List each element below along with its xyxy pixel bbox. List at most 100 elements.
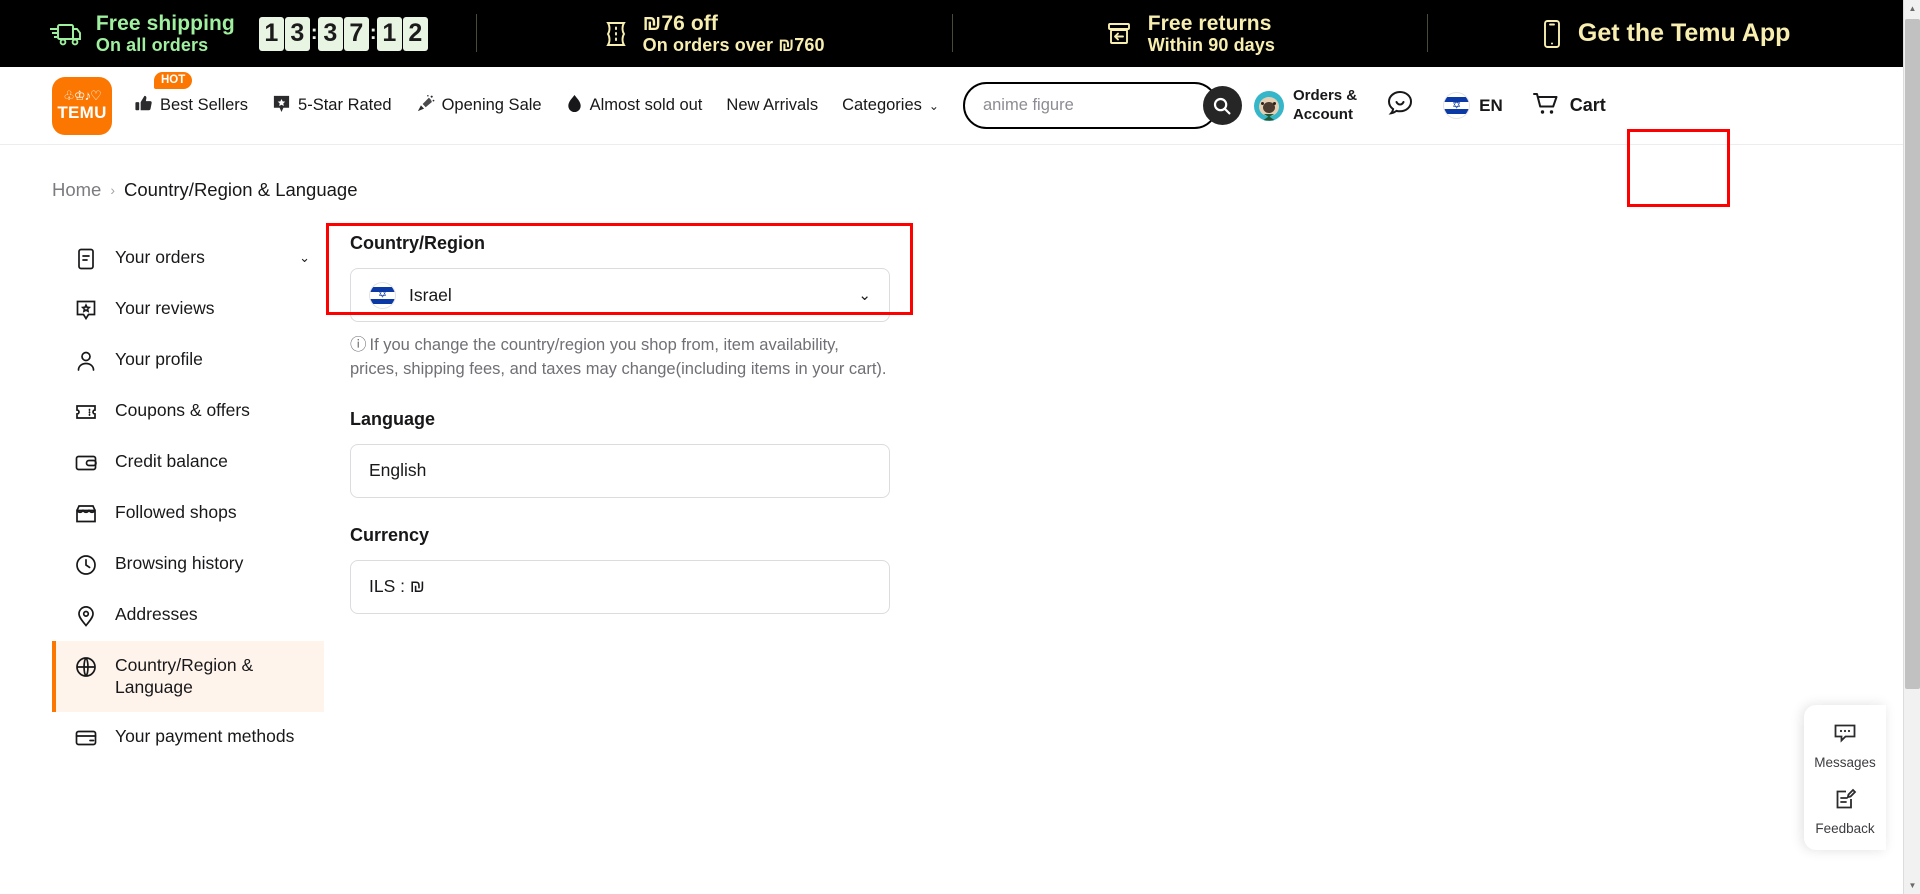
sidebar-item-credit-balance[interactable]: Credit balance	[52, 437, 324, 488]
account-line1: Orders &	[1292, 87, 1358, 105]
user-avatar-pug	[1253, 90, 1284, 121]
sidebar-item-your-profile[interactable]: Your profile	[52, 335, 324, 386]
promo-get-app[interactable]: Get the Temu App	[1427, 0, 1903, 67]
wallet-icon	[74, 451, 98, 475]
return-box-icon	[1104, 19, 1134, 49]
chevron-down-icon: ⌄	[928, 98, 939, 113]
truck-icon	[48, 20, 82, 48]
flame-drop-icon	[566, 94, 583, 118]
language-value: English	[369, 460, 427, 481]
nav-item-almost-sold-out[interactable]: Almost sold out	[566, 94, 703, 118]
currency-select[interactable]: ILS : ₪	[350, 559, 890, 614]
cart-button[interactable]: Cart	[1517, 75, 1620, 137]
info-circle-icon: ⓘ	[350, 336, 367, 354]
nav-item-best-sellers[interactable]: Best Sellers HOT	[134, 71, 248, 118]
country-region-select[interactable]: ✡ Israel ⌄	[350, 268, 890, 322]
language-field: Language English	[350, 409, 1903, 498]
account-sidebar: Your orders ⌄ Your reviews Your profile …	[52, 233, 324, 763]
sidebar-item-label: Country/Region & Language	[115, 655, 254, 698]
israel-flag-icon: ✡	[369, 281, 396, 309]
order-list-icon	[74, 247, 98, 271]
nav-item-label: Almost sold out	[589, 96, 703, 114]
language-label: Language	[350, 408, 436, 429]
currency-label: Currency	[350, 524, 430, 545]
sidebar-item-label: Your payment methods	[115, 725, 295, 746]
countdown-timer: 1 3 : 3 7 : 1 2	[258, 16, 428, 51]
orders-and-account-button[interactable]: Orders & Account	[1240, 75, 1371, 137]
messages-button[interactable]: Messages	[1804, 721, 1886, 770]
feedback-label: Feedback	[1815, 821, 1875, 836]
sidebar-item-browsing-history[interactable]: Browsing history	[52, 539, 324, 590]
sidebar-item-country-region-language[interactable]: Country/Region & Language	[52, 641, 324, 712]
content-area: Home › Country/Region & Language Your or…	[0, 145, 1903, 850]
currency-field: Currency ILS : ₪	[350, 525, 1903, 614]
language-select[interactable]: English	[350, 443, 890, 498]
store-icon	[74, 502, 98, 526]
cart-label: Cart	[1569, 95, 1606, 115]
sidebar-item-coupons-offers[interactable]: Coupons & offers	[52, 386, 324, 437]
nav-item-categories[interactable]: Categories ⌄	[842, 96, 939, 115]
sidebar-item-label: Credit balance	[115, 451, 228, 471]
nav-item-5-star-rated[interactable]: 5-Star Rated	[272, 94, 392, 118]
page-scrollbar[interactable]: ▲ ▼	[1903, 0, 1920, 894]
sidebar-item-followed-shops[interactable]: Followed shops	[52, 488, 324, 539]
scrollbar-up-arrow[interactable]: ▲	[1904, 0, 1920, 17]
chat-bubble-dots-icon	[1832, 721, 1858, 750]
account-line2: Account	[1292, 105, 1353, 123]
smile-chat-icon	[1385, 88, 1415, 123]
promo-line1: ₪76 off	[642, 11, 718, 35]
map-pin-icon	[74, 604, 98, 628]
sidebar-item-label: Browsing history	[115, 553, 244, 573]
sidebar-item-label: Your orders	[115, 247, 205, 267]
country-region-hint: ⓘ If you change the country/region you sh…	[350, 333, 890, 382]
search-input[interactable]	[982, 96, 1203, 115]
hot-badge: HOT	[154, 71, 193, 89]
countdown-digit: 2	[402, 16, 428, 51]
promo-free-returns[interactable]: Free returns Within 90 days	[951, 0, 1428, 67]
globe-icon	[74, 655, 98, 679]
feedback-button[interactable]: Feedback	[1804, 787, 1886, 836]
language-selector[interactable]: ✡ EN	[1429, 75, 1517, 137]
scrollbar-thumb[interactable]	[1905, 19, 1920, 689]
nav-item-label: 5-Star Rated	[298, 96, 392, 114]
promo-line2: On orders over ₪760	[642, 35, 825, 56]
countdown-digit: 1	[376, 16, 402, 51]
person-icon	[74, 349, 98, 373]
countdown-digit: 1	[258, 16, 284, 51]
search-button[interactable]	[1202, 86, 1242, 125]
promo-coupon-offer[interactable]: ₪76 off On orders over ₪760	[475, 0, 952, 67]
promo-line1: Free returns	[1147, 11, 1272, 35]
floating-help-widget: Messages Feedback	[1804, 705, 1886, 850]
nav-item-new-arrivals[interactable]: New Arrivals	[726, 96, 818, 115]
israel-flag-icon: ✡	[1443, 92, 1471, 119]
temu-logo-glyph: ♧♔♪♡	[63, 87, 101, 103]
columns: Your orders ⌄ Your reviews Your profile …	[0, 223, 1903, 763]
nav-item-opening-sale[interactable]: Opening Sale	[416, 94, 542, 118]
temu-logo[interactable]: ♧♔♪♡ TEMU	[52, 76, 112, 135]
breadcrumb-home[interactable]: Home	[52, 179, 101, 201]
sidebar-item-addresses[interactable]: Addresses	[52, 590, 324, 641]
countdown-separator: :	[369, 22, 377, 44]
sidebar-item-your-orders[interactable]: Your orders ⌄	[52, 233, 324, 284]
shopping-cart-icon	[1531, 89, 1561, 122]
chevron-down-icon: ⌄	[858, 287, 871, 304]
countdown-digit: 3	[284, 16, 310, 51]
breadcrumb: Home › Country/Region & Language	[0, 145, 1903, 201]
sidebar-item-your-payment-methods[interactable]: Your payment methods	[52, 712, 324, 763]
coupon-ticket-icon	[74, 400, 98, 424]
support-button[interactable]	[1371, 75, 1429, 137]
star-badge-icon	[272, 94, 291, 118]
settings-main: Country/Region ✡ Israel ⌄ ⓘ If you change…	[324, 223, 1903, 763]
feedback-pencil-icon	[1832, 787, 1858, 816]
temu-logo-word: TEMU	[57, 102, 107, 122]
nav-item-label: Opening Sale	[441, 96, 542, 114]
nav-links: Best Sellers HOT 5-Star Rated Opening Sa…	[134, 71, 939, 118]
promo-free-shipping[interactable]: Free shipping On all orders 1 3 : 3 7 : …	[0, 0, 476, 67]
chevron-down-icon[interactable]: ⌄	[299, 250, 310, 267]
countdown-digit: 7	[343, 16, 369, 51]
sidebar-item-label: Coupons & offers	[115, 400, 250, 420]
country-region-value: Israel	[409, 284, 452, 305]
sidebar-item-your-reviews[interactable]: Your reviews	[52, 284, 324, 335]
country-region-field: Country/Region ✡ Israel ⌄ ⓘ If you change…	[326, 223, 1903, 382]
scrollbar-down-arrow[interactable]: ▼	[1904, 877, 1920, 894]
